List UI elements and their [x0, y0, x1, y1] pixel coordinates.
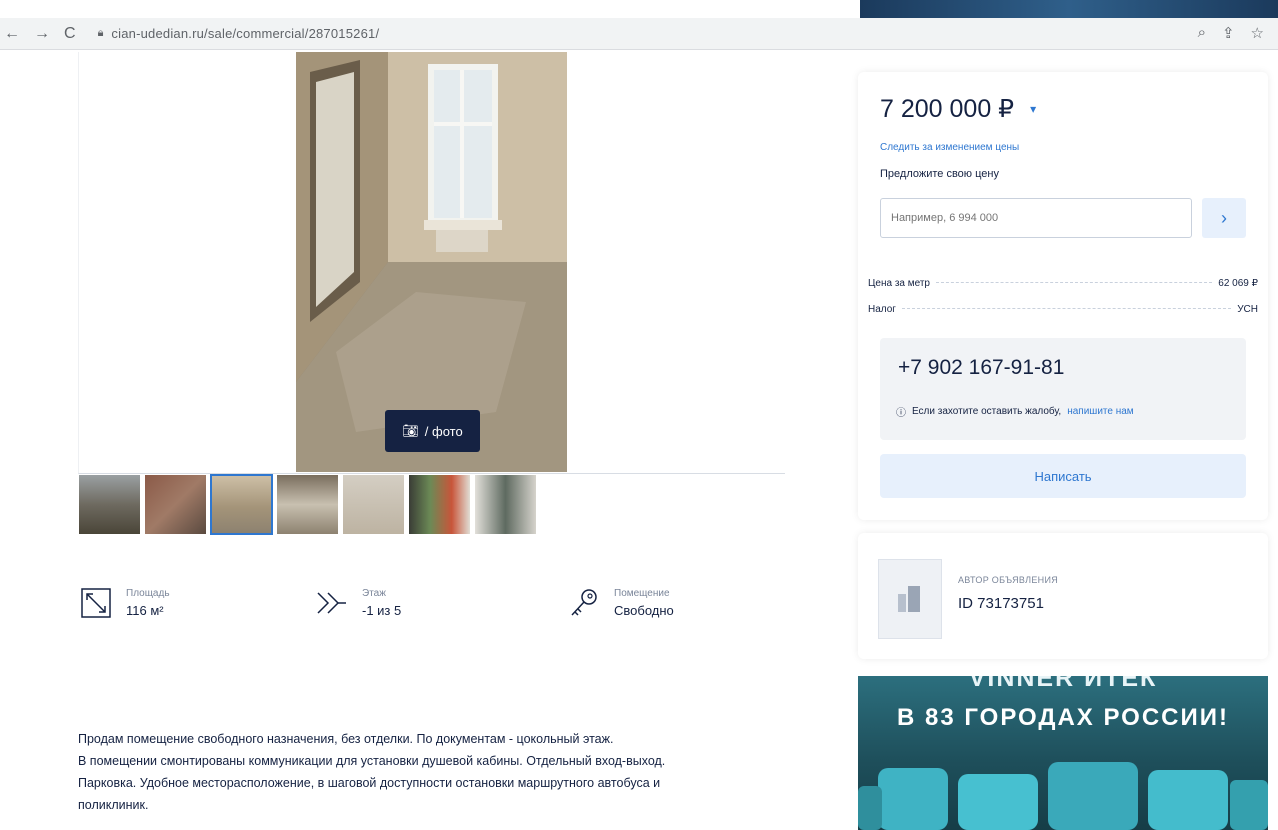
feature-value: -1 из 5 — [362, 603, 402, 618]
write-message-button[interactable]: Написать — [880, 454, 1246, 498]
chevron-down-icon[interactable]: ▾ — [1030, 102, 1036, 116]
follow-price-link[interactable]: Следить за изменением цены — [880, 142, 1019, 153]
price-block: 7 200 000 ₽ ▾ — [880, 94, 1036, 124]
chevron-right-icon: › — [1221, 207, 1227, 228]
thumbnail[interactable] — [78, 474, 141, 535]
photo-count-button[interactable]: 📷︎ / фото — [385, 410, 480, 452]
dotted-leader — [936, 282, 1213, 283]
zoom-icon[interactable]: ⌕ — [1198, 24, 1206, 42]
price-value: 7 200 000 ₽ — [880, 95, 1015, 123]
features-row: Площадь 116 м² Этаж -1 из 5 Помещение Св… — [78, 585, 784, 635]
url-field[interactable]: cian-udedian.ru/sale/commercial/28701526… — [111, 26, 379, 41]
description: Продам помещение свободного назначения, … — [78, 728, 778, 816]
feature-label: Площадь — [126, 588, 170, 599]
offer-submit-button[interactable]: › — [1202, 198, 1246, 238]
feature-area: Площадь 116 м² — [78, 585, 170, 621]
phone-box: +7 902 167-91-81 ⓘ Если захотите оставит… — [880, 338, 1246, 440]
top-ad-strip — [860, 0, 1278, 18]
back-icon[interactable]: ← — [4, 25, 20, 43]
info-icon: ⓘ — [896, 408, 906, 419]
price-card: 7 200 000 ₽ ▾ Следить за изменением цены… — [858, 72, 1268, 520]
forward-icon[interactable]: → — [34, 25, 50, 43]
ad-headline: VINNER ИТЕК — [968, 676, 1158, 692]
offer-label: Предложите свою цену — [880, 168, 999, 180]
feature-label: Помещение — [614, 588, 670, 599]
key-icon — [571, 589, 597, 616]
description-line: Продам помещение свободного назначения, … — [78, 732, 614, 746]
complaint-link[interactable]: напишите нам — [1067, 406, 1133, 417]
reload-icon[interactable]: C — [64, 25, 76, 43]
tax-row: Налог УСН — [868, 304, 1258, 315]
description-line: поликлиник. — [78, 798, 149, 812]
feature-premises: Помещение Свободно — [566, 585, 674, 621]
complaint-text: Если захотите оставить жалобу, — [912, 406, 1062, 417]
browser-nav: ← → C — [4, 25, 76, 43]
thumbnail[interactable] — [408, 474, 471, 535]
share-icon[interactable]: ⇪ — [1222, 24, 1235, 42]
price-per-meter-row: Цена за метр 62 069 ₽ — [868, 278, 1258, 289]
thumbnail[interactable] — [342, 474, 405, 535]
thumbnail[interactable] — [276, 474, 339, 535]
browser-address-bar: ← → C 🔒︎ cian-udedian.ru/sale/commercial… — [0, 18, 1278, 50]
thumbnail[interactable] — [144, 474, 207, 535]
author-label: АВТОР ОБЪЯВЛЕНИЯ — [958, 575, 1059, 585]
main-photo[interactable] — [296, 52, 567, 472]
ad-subheadline: В 83 ГОРОДАХ РОССИИ! — [897, 704, 1229, 731]
price-per-meter-label: Цена за метр — [868, 278, 930, 289]
phone-number[interactable]: +7 902 167-91-81 — [898, 356, 1064, 380]
feature-floor: Этаж -1 из 5 — [314, 585, 401, 621]
complaint-note: ⓘ Если захотите оставить жалобу, напишит… — [896, 404, 1134, 419]
feature-value: 116 м² — [126, 603, 164, 618]
feature-label: Этаж — [362, 588, 386, 599]
thumbnail[interactable] — [474, 474, 537, 535]
price-per-meter-value: 62 069 ₽ — [1218, 278, 1258, 289]
camera-icon: 📷︎ — [402, 423, 419, 438]
building-icon — [878, 559, 942, 639]
feature-value: Свободно — [614, 603, 674, 618]
stairs-icon — [317, 592, 346, 614]
tax-label: Налог — [868, 304, 896, 315]
dotted-leader — [901, 308, 1232, 309]
photo-count-label: / фото — [424, 423, 463, 439]
author-id[interactable]: ID 73173751 — [958, 595, 1044, 612]
description-line: Парковка. Удобное месторасположение, в ш… — [78, 776, 661, 790]
address-bar-icons: ⌕ ⇪ ☆ — [1198, 24, 1264, 42]
thumbnail-active[interactable] — [210, 474, 273, 535]
lock-icon[interactable]: 🔒︎ — [98, 27, 104, 40]
author-card: АВТОР ОБЪЯВЛЕНИЯ ID 73173751 — [858, 533, 1268, 659]
bookmark-star-icon[interactable]: ☆ — [1251, 24, 1264, 42]
description-line: В помещении смонтированы коммуникации дл… — [78, 754, 666, 768]
offer-price-input[interactable] — [880, 198, 1192, 238]
tax-value: УСН — [1237, 304, 1258, 315]
area-icon — [81, 588, 111, 618]
thumbnail-strip — [78, 474, 537, 535]
ad-banner[interactable]: VINNER ИТЕК В 83 ГОРОДАХ РОССИИ! — [858, 676, 1268, 830]
